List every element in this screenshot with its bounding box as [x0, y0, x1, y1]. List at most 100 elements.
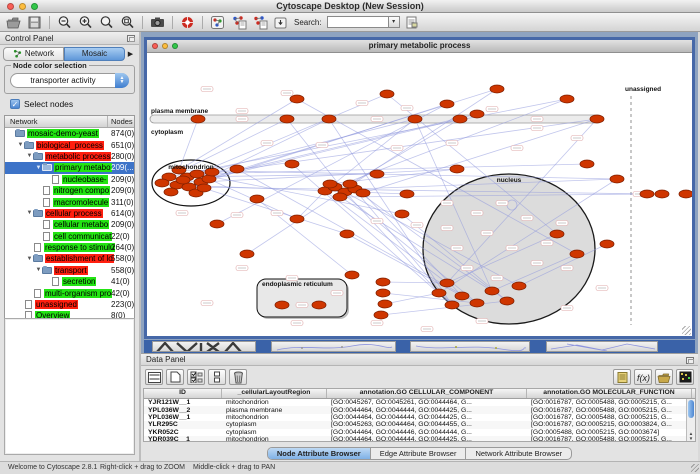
network-node[interactable]	[370, 170, 384, 178]
network-node[interactable]	[453, 115, 467, 123]
network-node[interactable]	[580, 160, 594, 168]
background-window[interactable]	[410, 341, 530, 352]
attribute-select-button[interactable]	[145, 369, 163, 385]
select-attributes-button[interactable]	[187, 369, 205, 385]
unselect-attributes-button[interactable]	[208, 369, 226, 385]
network-node[interactable]	[490, 85, 504, 93]
float-panel-icon[interactable]	[127, 35, 135, 42]
expander-icon[interactable]: ▼	[26, 153, 33, 159]
network-node[interactable]	[400, 190, 414, 198]
network-node[interactable]	[445, 301, 459, 309]
delete-attribute-button[interactable]	[229, 369, 247, 385]
network-tree-row[interactable]: ▼primary metabo209(...	[5, 162, 134, 173]
zoom-out-button[interactable]	[55, 14, 74, 31]
expander-icon[interactable]: ▼	[26, 256, 33, 262]
network-node[interactable]	[590, 115, 604, 123]
zoom-fit-button[interactable]	[118, 14, 137, 31]
tree-column-network[interactable]: Network	[5, 116, 108, 127]
notes-button[interactable]	[613, 369, 631, 385]
network-node[interactable]	[230, 165, 244, 173]
resize-grip-icon[interactable]	[682, 326, 691, 335]
network-node[interactable]	[380, 90, 394, 98]
network-node[interactable]	[356, 189, 370, 197]
network-tree-row[interactable]: ▼metabolic process280(0)	[5, 151, 134, 162]
network-node[interactable]	[280, 115, 294, 123]
search-input[interactable]	[327, 16, 389, 28]
expander-icon[interactable]: ▼	[35, 267, 42, 273]
birdseye-view-panel[interactable]	[4, 318, 135, 455]
scrollbar-thumb[interactable]	[688, 400, 694, 418]
network-tree-row[interactable]: cell communicat22(0)	[5, 231, 134, 242]
table-row[interactable]: YJR121W__1mitochondrion[GO:0045267, GO:0…	[144, 399, 695, 406]
network-node[interactable]	[374, 311, 388, 319]
table-column-header[interactable]: annotation.GO MOLECULAR_FUNCTION	[527, 389, 692, 398]
network-node[interactable]	[312, 301, 326, 309]
network-node[interactable]	[485, 287, 499, 295]
network-tree-row[interactable]: multi-organism pro42(0)	[5, 287, 134, 298]
network-node[interactable]	[512, 282, 526, 290]
import-network-button[interactable]	[271, 14, 290, 31]
network-tree-row[interactable]: response to stimulu264(0)	[5, 242, 134, 253]
select-nodes-checkbox[interactable]: ✓	[10, 99, 20, 109]
network-node[interactable]	[210, 220, 224, 228]
search-dropdown-button[interactable]: ▾	[389, 16, 400, 28]
network-node[interactable]	[190, 170, 204, 178]
expander-icon[interactable]: ▼	[26, 210, 33, 216]
attribute-editor-button[interactable]	[402, 14, 421, 31]
scrollbar-arrows-icon[interactable]: ▲▼	[687, 431, 695, 441]
network-node[interactable]	[322, 115, 336, 123]
copy-network-view-button[interactable]	[229, 14, 248, 31]
network-node[interactable]	[275, 301, 289, 309]
network-node[interactable]	[560, 95, 574, 103]
network-view-titlebar[interactable]: primary metabolic process	[147, 40, 692, 53]
tab-mosaic[interactable]: Mosaic	[64, 47, 125, 61]
table-row[interactable]: YPL036W__2plasma membrane[GO:0044464, GO…	[144, 406, 695, 413]
create-attribute-button[interactable]	[166, 369, 184, 385]
network-node[interactable]	[500, 297, 514, 305]
network-node[interactable]	[155, 179, 169, 187]
network-node[interactable]	[250, 195, 264, 203]
table-row[interactable]: YKR052Ccytoplasm[GO:0044464, GO:0044446,…	[144, 429, 695, 436]
network-node[interactable]	[290, 215, 304, 223]
network-node[interactable]	[408, 115, 422, 123]
attribute-browser-tab[interactable]: Edge Attribute Browser	[371, 448, 467, 459]
network-tree-row[interactable]: ▼biological_process651(0)	[5, 139, 134, 150]
network-node[interactable]	[285, 160, 299, 168]
network-node[interactable]	[440, 100, 454, 108]
network-tree-row[interactable]: nucleobase-209(0)	[5, 174, 134, 185]
network-tree-row[interactable]: cellular metabo209(0)	[5, 219, 134, 230]
network-node[interactable]	[378, 300, 392, 308]
network-node[interactable]	[440, 279, 454, 287]
table-row[interactable]: YDR039C__1mitochondrion[GO:0044464, GO:0…	[144, 436, 695, 442]
network-node[interactable]	[240, 250, 254, 258]
network-canvas[interactable]: plasma membranecytoplasmmitochondrionnuc…	[147, 53, 692, 336]
network-node[interactable]	[376, 289, 390, 297]
expander-icon[interactable]: ▼	[17, 142, 24, 148]
table-column-header[interactable]: annotation.GO CELLULAR_COMPONENT	[327, 389, 527, 398]
network-node[interactable]	[343, 180, 357, 188]
network-node[interactable]	[470, 110, 484, 118]
help-button[interactable]	[178, 14, 197, 31]
network-tree-row[interactable]: unassigned223(0)	[5, 299, 134, 310]
network-tree-row[interactable]: ▼transport558(0)	[5, 265, 134, 276]
network-node[interactable]	[197, 184, 211, 192]
zoom-in-button[interactable]	[76, 14, 95, 31]
network-tree-row[interactable]: secretion41(0)	[5, 276, 134, 287]
table-row[interactable]: YPL036W__1mitochondrion[GO:0044464, GO:0…	[144, 414, 695, 421]
background-window[interactable]	[152, 341, 256, 352]
network-node[interactable]	[570, 250, 584, 258]
network-node[interactable]	[455, 292, 469, 300]
table-scrollbar[interactable]: ▲▼	[686, 399, 695, 441]
attribute-matrix-button[interactable]	[676, 369, 694, 385]
network-node[interactable]	[395, 210, 409, 218]
node-color-dropdown[interactable]: transporter activity ▲▼	[10, 73, 129, 88]
background-window[interactable]	[271, 341, 396, 352]
table-column-header[interactable]: ID	[144, 389, 222, 398]
network-node[interactable]	[450, 165, 464, 173]
table-column-header[interactable]: _cellularLayoutRegion	[222, 389, 327, 398]
network-node[interactable]	[550, 230, 564, 238]
snapshot-button[interactable]	[148, 14, 167, 31]
copy-network-view-2-button[interactable]	[250, 14, 269, 31]
network-node[interactable]	[679, 190, 692, 198]
network-node[interactable]	[432, 289, 446, 297]
